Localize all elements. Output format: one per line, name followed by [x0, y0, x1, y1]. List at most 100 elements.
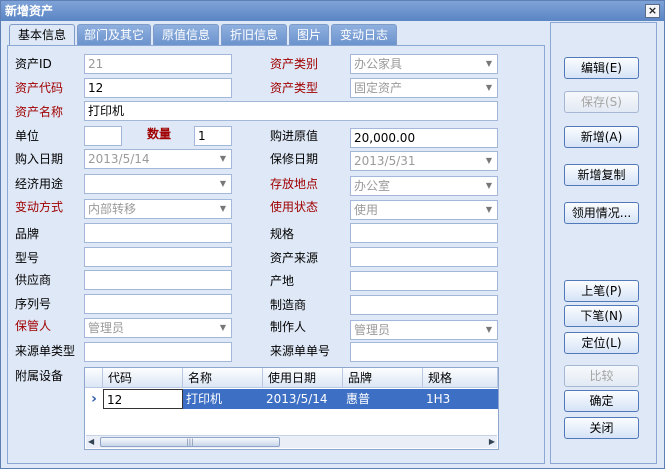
source-doc-no-label: 来源单单号 — [270, 344, 331, 358]
compare-button[interactable]: 比较 — [564, 365, 639, 387]
attached-equipment-grid[interactable]: 代码 名称 使用日期 品牌 规格 › 12 打印机 2013/5/14 惠普 1… — [84, 367, 499, 450]
chevron-down-icon[interactable]: ▼ — [216, 151, 230, 167]
purchase-date-picker[interactable]: 2013/5/14 ▼ — [84, 149, 232, 169]
creator-label: 制作人 — [270, 320, 307, 334]
next-record-button[interactable]: 下笔(N) — [564, 305, 639, 327]
add-button[interactable]: 新增(A) — [564, 126, 639, 148]
close-icon[interactable]: × — [645, 4, 660, 18]
use-status-value: 使用 — [354, 203, 379, 217]
close-button[interactable]: 关闭 — [564, 417, 639, 439]
chevron-down-icon[interactable]: ▼ — [216, 201, 230, 217]
scroll-right-icon[interactable]: ▶ — [489, 436, 495, 448]
chevron-down-icon[interactable]: ▼ — [482, 322, 496, 338]
creator-value: 管理员 — [354, 323, 391, 337]
spec-field[interactable] — [350, 223, 498, 243]
save-button[interactable]: 保存(S) — [564, 91, 639, 113]
purchase-date-label: 购入日期 — [15, 152, 64, 166]
asset-type-label: 资产类型 — [270, 81, 319, 95]
brand-label: 品牌 — [15, 227, 40, 241]
unit-label: 单位 — [15, 129, 40, 143]
row-pointer-icon: › — [91, 391, 97, 407]
warranty-date-value: 2013/5/31 — [354, 154, 416, 168]
asset-code-label: 资产代码 — [15, 81, 64, 95]
ok-button[interactable]: 确定 — [564, 390, 639, 412]
cell-brand[interactable]: 惠普 — [343, 389, 423, 409]
asset-name-field[interactable]: 打印机 — [84, 101, 498, 121]
manufacturer-field[interactable] — [350, 295, 498, 315]
add-copy-button[interactable]: 新增复制 — [564, 164, 639, 186]
custodian-value: 管理员 — [88, 321, 125, 335]
locate-button[interactable]: 定位(L) — [564, 332, 639, 354]
tab-original-value[interactable]: 原值信息 — [153, 24, 219, 45]
source-doc-type-field[interactable] — [84, 342, 232, 362]
location-label: 存放地点 — [270, 177, 319, 191]
column-header-brand[interactable]: 品牌 — [343, 368, 423, 388]
serial-field[interactable] — [84, 294, 232, 314]
chevron-down-icon[interactable]: ▼ — [216, 320, 230, 336]
tab-depreciation[interactable]: 折旧信息 — [221, 24, 287, 45]
row-header-corner — [85, 368, 103, 388]
tab-department-other[interactable]: 部门及其它 — [77, 24, 151, 45]
source-doc-type-label: 来源单类型 — [15, 344, 76, 358]
use-status-select[interactable]: 使用 ▼ — [350, 200, 498, 220]
change-method-value: 内部转移 — [88, 202, 137, 216]
column-header-spec[interactable]: 规格 — [423, 368, 498, 388]
custodian-select[interactable]: 管理员 ▼ — [84, 318, 232, 338]
scroll-left-icon[interactable]: ◀ — [88, 436, 94, 448]
economic-use-select[interactable]: ▼ — [84, 174, 232, 194]
tab-basic-info[interactable]: 基本信息 — [9, 24, 75, 46]
title-bar: 新增资产 × — [1, 1, 664, 21]
change-method-label: 变动方式 — [15, 200, 64, 214]
add-asset-window: 新增资产 × 基本信息 部门及其它 原值信息 折旧信息 图片 变动日志 资产ID… — [0, 0, 665, 469]
quantity-field[interactable]: 1 — [194, 126, 232, 146]
asset-category-label: 资产类别 — [270, 57, 319, 71]
asset-type-value: 固定资产 — [354, 81, 403, 95]
asset-source-field[interactable] — [350, 247, 498, 267]
attached-equipment-label: 附属设备 — [15, 369, 64, 383]
asset-id-field[interactable]: 21 — [84, 54, 232, 74]
brand-field[interactable] — [84, 223, 232, 243]
change-method-select[interactable]: 内部转移 ▼ — [84, 199, 232, 219]
location-select[interactable]: 办公室 ▼ — [350, 176, 498, 196]
model-field[interactable] — [84, 247, 232, 267]
location-value: 办公室 — [354, 179, 391, 193]
chevron-down-icon[interactable]: ▼ — [482, 153, 496, 169]
column-header-code[interactable]: 代码 — [103, 368, 183, 388]
usage-button[interactable]: 领用情况... — [564, 202, 639, 224]
column-header-name[interactable]: 名称 — [183, 368, 263, 388]
origin-field[interactable] — [350, 271, 498, 291]
purchase-value-field[interactable]: 20,000.00 — [350, 128, 498, 148]
unit-field[interactable] — [84, 126, 122, 146]
asset-code-field[interactable]: 12 — [84, 78, 232, 98]
prev-record-button[interactable]: 上笔(P) — [564, 280, 639, 302]
creator-select[interactable]: 管理员 ▼ — [350, 320, 498, 340]
asset-category-value: 办公家具 — [354, 57, 403, 71]
source-doc-no-field[interactable] — [350, 342, 498, 362]
chevron-down-icon[interactable]: ▼ — [216, 176, 230, 192]
cell-use-date[interactable]: 2013/5/14 — [263, 389, 343, 409]
purchase-value-label: 购进原值 — [270, 129, 319, 143]
column-header-use-date[interactable]: 使用日期 — [263, 368, 343, 388]
cell-code[interactable]: 12 — [103, 389, 183, 409]
asset-category-select[interactable]: 办公家具 ▼ — [350, 54, 498, 74]
chevron-down-icon[interactable]: ▼ — [482, 178, 496, 194]
cell-spec[interactable]: 1H3 — [423, 389, 498, 409]
tab-picture[interactable]: 图片 — [289, 24, 329, 45]
horizontal-scrollbar[interactable]: ◀ ||| ▶ — [86, 435, 497, 448]
supplier-field[interactable] — [84, 270, 232, 290]
cell-name[interactable]: 打印机 — [183, 389, 263, 409]
serial-label: 序列号 — [15, 297, 52, 311]
edit-button[interactable]: 编辑(E) — [564, 57, 639, 79]
chevron-down-icon[interactable]: ▼ — [482, 80, 496, 96]
origin-label: 产地 — [270, 274, 295, 288]
tab-change-log[interactable]: 变动日志 — [331, 24, 397, 45]
chevron-down-icon[interactable]: ▼ — [482, 202, 496, 218]
asset-type-select[interactable]: 固定资产 ▼ — [350, 78, 498, 98]
warranty-date-picker[interactable]: 2013/5/31 ▼ — [350, 151, 498, 171]
manufacturer-label: 制造商 — [270, 298, 307, 312]
scroll-thumb[interactable]: ||| — [100, 437, 280, 447]
quantity-label: 数量 — [147, 127, 172, 141]
use-status-label: 使用状态 — [270, 200, 319, 214]
chevron-down-icon[interactable]: ▼ — [482, 56, 496, 72]
custodian-label: 保管人 — [15, 319, 52, 333]
